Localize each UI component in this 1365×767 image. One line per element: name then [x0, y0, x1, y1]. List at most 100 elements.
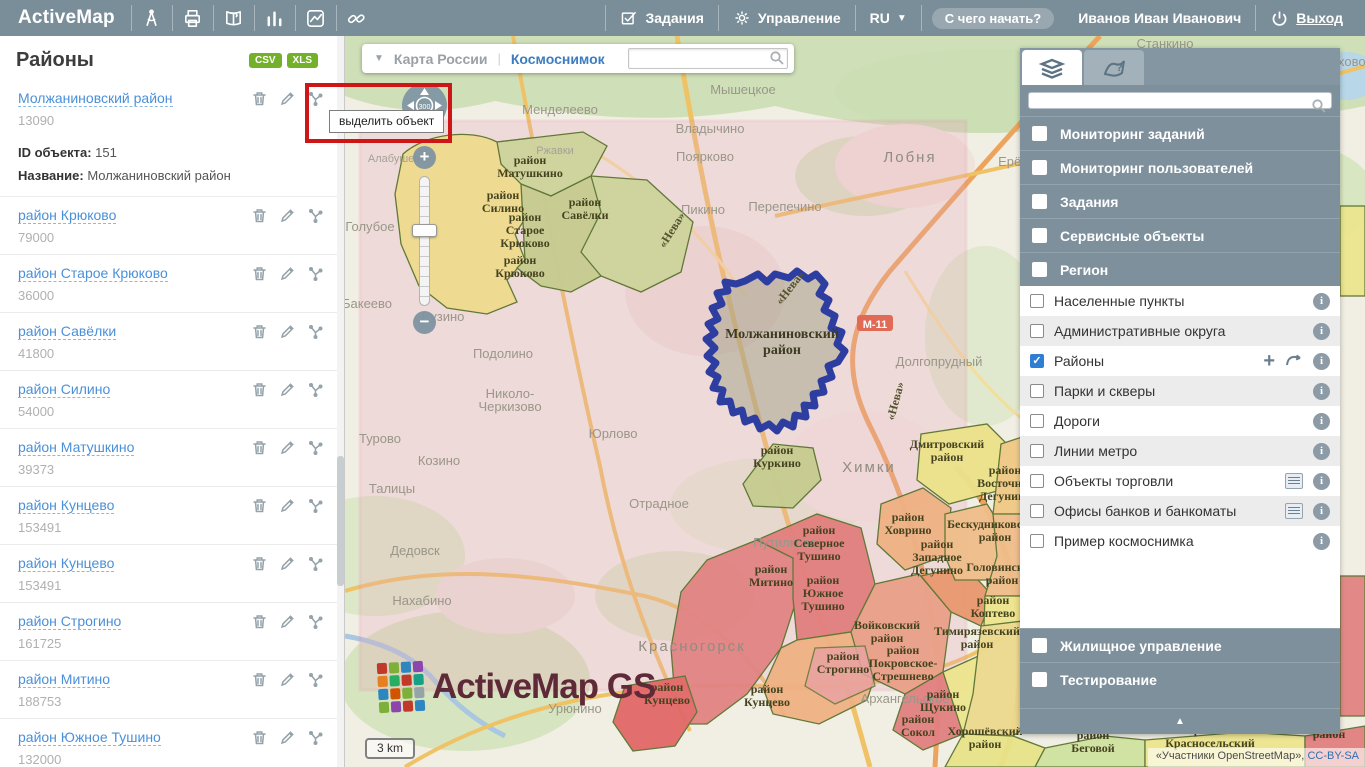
map-search-input[interactable] [628, 48, 788, 69]
print-icon[interactable] [173, 0, 213, 36]
layer-row[interactable]: Населенные пунктыi [1020, 286, 1340, 316]
tasks-menu[interactable]: Задания [606, 9, 717, 27]
scrollbar-thumb[interactable] [337, 456, 344, 586]
district-link[interactable]: район Митино [18, 671, 110, 688]
pencil-icon[interactable] [279, 381, 296, 398]
select-object-icon[interactable] [307, 439, 324, 456]
trash-icon[interactable] [251, 323, 268, 340]
layer-group-header[interactable]: Регион [1020, 252, 1340, 286]
select-object-icon[interactable] [307, 90, 324, 107]
group-checkbox[interactable] [1032, 262, 1047, 277]
charts-icon[interactable] [296, 0, 336, 36]
trash-icon[interactable] [251, 613, 268, 630]
select-object-icon[interactable] [307, 265, 324, 282]
info-icon[interactable]: i [1313, 323, 1330, 340]
layer-checkbox[interactable] [1030, 384, 1044, 398]
link-icon[interactable] [337, 0, 377, 36]
group-checkbox[interactable] [1032, 672, 1047, 687]
layer-row[interactable]: Пример космоснимкаi [1020, 526, 1340, 556]
pencil-icon[interactable] [279, 323, 296, 340]
layer-row[interactable]: Административные округаi [1020, 316, 1340, 346]
panel-collapse-button[interactable]: ▲ [1020, 708, 1340, 734]
trash-icon[interactable] [251, 265, 268, 282]
district-link[interactable]: район Силино [18, 381, 110, 398]
search-icon[interactable] [1311, 98, 1327, 114]
group-checkbox[interactable] [1032, 126, 1047, 141]
layer-group-header[interactable]: Сервисные объекты [1020, 218, 1340, 252]
pencil-icon[interactable] [279, 439, 296, 456]
layers-search-input[interactable] [1028, 92, 1332, 109]
district-link[interactable]: район Крюково [18, 207, 116, 224]
info-icon[interactable]: i [1313, 293, 1330, 310]
layer-group-header[interactable]: Тестирование [1020, 662, 1340, 696]
layer-checkbox[interactable] [1030, 324, 1044, 338]
trash-icon[interactable] [251, 381, 268, 398]
district-link[interactable]: район Строгино [18, 613, 121, 630]
guide-icon[interactable] [214, 0, 254, 36]
layer-checkbox[interactable]: ✓ [1030, 354, 1044, 368]
layer-row[interactable]: Объекты торговлиi [1020, 466, 1340, 496]
select-object-icon[interactable] [307, 671, 324, 688]
layer-checkbox[interactable] [1030, 444, 1044, 458]
layer-group-header[interactable]: Мониторинг пользователей [1020, 150, 1340, 184]
select-object-icon[interactable] [307, 381, 324, 398]
layer-group-header[interactable]: Задания [1020, 184, 1340, 218]
pencil-icon[interactable] [279, 265, 296, 282]
district-link[interactable]: район Матушкино [18, 439, 134, 456]
pencil-icon[interactable] [279, 90, 296, 107]
trash-icon[interactable] [251, 497, 268, 514]
trash-icon[interactable] [251, 90, 268, 107]
tab-legend-help[interactable]: ? [1084, 50, 1144, 85]
layer-checkbox[interactable] [1030, 414, 1044, 428]
district-link[interactable]: район Савёлки [18, 323, 116, 340]
trash-icon[interactable] [251, 555, 268, 572]
export-csv-button[interactable]: CSV [249, 53, 282, 68]
select-object-icon[interactable] [307, 207, 324, 224]
legend-table-icon[interactable] [1285, 473, 1303, 489]
trash-icon[interactable] [251, 671, 268, 688]
legend-table-icon[interactable] [1285, 503, 1303, 519]
attribution-license-link[interactable]: CC-BY-SA [1307, 750, 1359, 762]
onboarding-button[interactable]: С чего начать? [932, 8, 1054, 29]
layer-row[interactable]: Парки и скверыi [1020, 376, 1340, 406]
select-object-icon[interactable] [307, 729, 324, 746]
layer-row[interactable]: Дорогиi [1020, 406, 1340, 436]
add-object-icon[interactable]: + [1263, 353, 1275, 369]
trash-icon[interactable] [251, 729, 268, 746]
layer-group-header[interactable]: Мониторинг заданий [1020, 116, 1340, 150]
district-link[interactable]: район Южное Тушино [18, 729, 161, 746]
pencil-icon[interactable] [279, 207, 296, 224]
stats-icon[interactable] [255, 0, 295, 36]
chevron-down-icon[interactable]: ▼ [374, 53, 384, 64]
tab-layers[interactable] [1022, 50, 1082, 85]
logout-button[interactable]: Выход [1256, 9, 1365, 28]
district-link[interactable]: район Кунцево [18, 555, 114, 572]
basemap-tab-map[interactable]: Карта России [394, 51, 488, 67]
pencil-icon[interactable] [279, 555, 296, 572]
group-checkbox[interactable] [1032, 228, 1047, 243]
measure-icon[interactable] [132, 0, 172, 36]
select-object-icon[interactable] [307, 613, 324, 630]
group-checkbox[interactable] [1032, 194, 1047, 209]
zoom-slider-handle[interactable] [412, 224, 437, 237]
group-checkbox[interactable] [1032, 160, 1047, 175]
basemap-tab-satellite[interactable]: Космоснимок [511, 51, 605, 67]
district-link[interactable]: район Кунцево [18, 497, 114, 514]
district-link[interactable]: район Старое Крюково [18, 265, 168, 282]
info-icon[interactable]: i [1313, 413, 1330, 430]
info-icon[interactable]: i [1313, 503, 1330, 520]
layer-checkbox[interactable] [1030, 534, 1044, 548]
layer-row[interactable]: Офисы банков и банкоматыi [1020, 496, 1340, 526]
management-menu[interactable]: Управление [719, 9, 855, 27]
group-checkbox[interactable] [1032, 638, 1047, 653]
select-object-icon[interactable] [307, 497, 324, 514]
zoom-in-button[interactable]: + [413, 146, 436, 169]
layer-row[interactable]: ✓Районы+i [1020, 346, 1340, 376]
layer-checkbox[interactable] [1030, 474, 1044, 488]
zoom-out-button[interactable]: − [413, 311, 436, 334]
info-icon[interactable]: i [1313, 353, 1330, 370]
info-icon[interactable]: i [1313, 383, 1330, 400]
info-icon[interactable]: i [1313, 473, 1330, 490]
select-object-icon[interactable] [307, 323, 324, 340]
layer-group-header[interactable]: Жилищное управление [1020, 628, 1340, 662]
